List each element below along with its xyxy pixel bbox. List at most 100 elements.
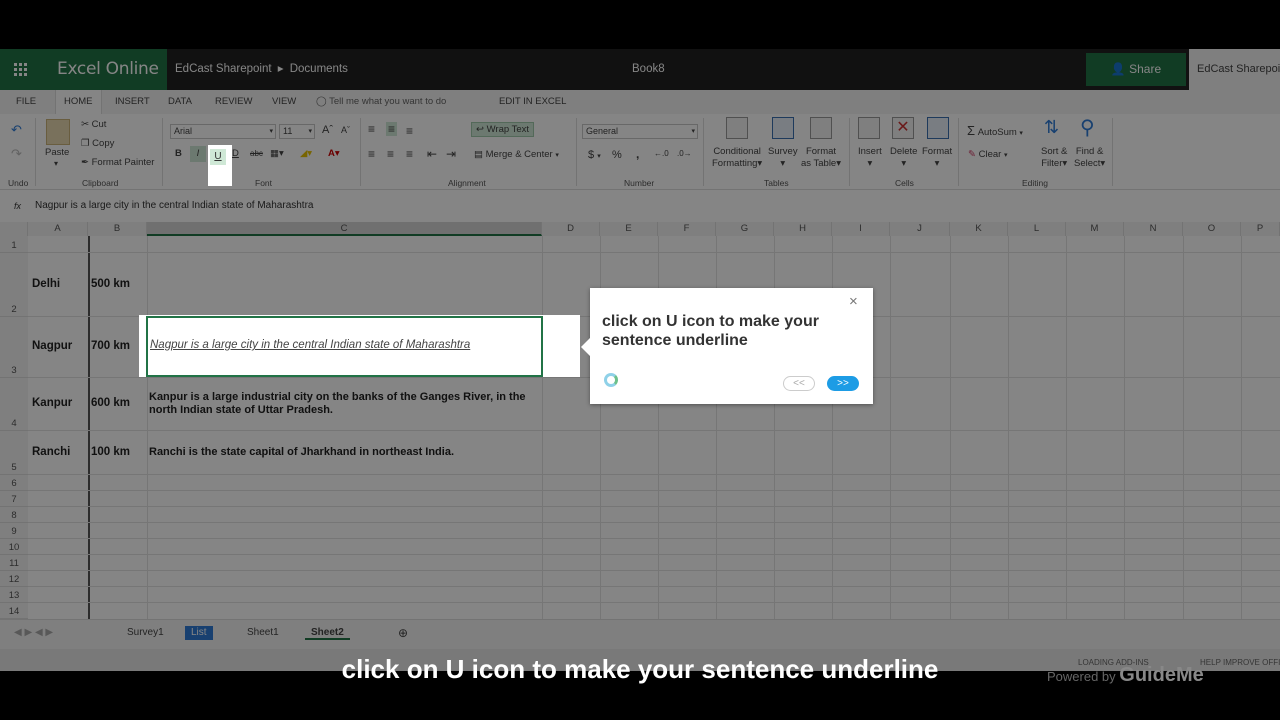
column-header-b[interactable]: B [88, 222, 147, 236]
survey-button[interactable]: Survey ▾ [768, 146, 798, 170]
conditional-formatting-button[interactable]: Conditional Formatting▾ [712, 146, 762, 170]
row-header[interactable]: 13 [0, 587, 28, 603]
cell-c5[interactable]: Ranchi is the state capital of Jharkhand… [149, 446, 541, 459]
column-header-j[interactable]: J [890, 222, 950, 236]
column-header-d[interactable]: D [542, 222, 600, 236]
row-header[interactable]: 6 [0, 475, 28, 491]
add-sheet-icon[interactable]: ⊕ [392, 626, 414, 640]
sheet-tab-list[interactable]: List [185, 626, 213, 640]
row-header[interactable]: 9 [0, 523, 28, 539]
cell-b3[interactable]: 700 km [91, 340, 130, 352]
increase-decimal-icon[interactable]: ←.0 [654, 149, 669, 158]
column-header-m[interactable]: M [1066, 222, 1124, 236]
format-cells-button[interactable]: Format ▾ [922, 146, 952, 170]
merge-center-button[interactable]: ▤ Merge & Center ▾ [474, 149, 559, 160]
grow-font-icon[interactable]: Aˆ [322, 124, 333, 136]
document-title[interactable]: Book8 [632, 49, 665, 90]
row-header[interactable]: 10 [0, 539, 28, 555]
next-step-button[interactable]: >> [827, 376, 859, 391]
borders-icon[interactable]: ▦▾ [270, 146, 284, 162]
decrease-indent-icon[interactable]: ⇤ [427, 147, 437, 161]
comma-button[interactable]: , [636, 147, 639, 161]
column-header-h[interactable]: H [774, 222, 832, 236]
align-middle-icon[interactable]: ≡ [386, 122, 398, 136]
cell-a5[interactable]: Ranchi [32, 446, 70, 458]
column-header-g[interactable]: G [716, 222, 774, 236]
row-header[interactable]: 12 [0, 571, 28, 587]
font-name-select[interactable]: Arial ▾ [170, 124, 276, 139]
previous-step-button[interactable]: << [783, 376, 815, 391]
number-format-select[interactable]: General ▾ [582, 124, 698, 139]
close-icon[interactable]: × [849, 293, 858, 310]
formula-input[interactable]: Nagpur is a large city in the central In… [35, 196, 313, 216]
column-header-p[interactable]: P [1241, 222, 1280, 236]
paste-button[interactable]: Paste [45, 147, 69, 158]
row-header[interactable]: 14 [0, 603, 28, 619]
sheet-tab-survey1[interactable]: Survey1 [121, 626, 170, 640]
delete-cells-button[interactable]: Delete ▾ [890, 146, 917, 170]
row-header[interactable]: 1 [0, 236, 28, 253]
tab-data[interactable]: DATA [168, 90, 192, 114]
row-header[interactable]: 11 [0, 555, 28, 571]
find-select-button[interactable]: Find & Select▾ [1074, 146, 1105, 170]
font-color-icon[interactable]: A▾ [328, 146, 340, 162]
cut-button[interactable]: ✂ Cut [81, 119, 106, 130]
row-header[interactable]: 2 [0, 253, 28, 317]
column-header-f[interactable]: F [658, 222, 716, 236]
row-header[interactable]: 7 [0, 491, 28, 507]
paste-dropdown-icon[interactable]: ▾ [54, 159, 58, 168]
increase-indent-icon[interactable]: ⇥ [446, 147, 456, 161]
user-account[interactable]: EdCast Sharepoint [1189, 49, 1280, 90]
cell-a3[interactable]: Nagpur [32, 340, 72, 352]
row-header[interactable]: 4 [0, 378, 28, 431]
insert-cells-button[interactable]: Insert ▾ [858, 146, 882, 170]
sheet-tab-sheet2[interactable]: Sheet2 [305, 626, 350, 640]
tab-insert[interactable]: INSERT [115, 90, 150, 114]
sort-filter-button[interactable]: Sort & Filter▾ [1041, 146, 1067, 170]
sheet-nav-icons[interactable]: ◀ ▶ ◀ ▶ [8, 626, 59, 640]
cell-b5[interactable]: 100 km [91, 446, 130, 458]
cell-c3[interactable]: Nagpur is a large city in the central In… [150, 339, 470, 351]
tell-me-box[interactable]: ◯ Tell me what you want to do [316, 90, 446, 114]
column-header-e[interactable]: E [600, 222, 658, 236]
column-header-k[interactable]: K [950, 222, 1008, 236]
cell-b4[interactable]: 600 km [91, 397, 130, 409]
currency-button[interactable]: $ ▾ [588, 149, 601, 161]
cell-a2[interactable]: Delhi [32, 278, 60, 290]
format-as-table-button[interactable]: Format as Table▾ [801, 146, 841, 170]
cell-b2[interactable]: 500 km [91, 278, 130, 290]
share-button[interactable]: 👤 Share [1086, 53, 1186, 86]
tab-view[interactable]: VIEW [272, 90, 296, 114]
edit-in-excel-button[interactable]: EDIT IN EXCEL [499, 90, 566, 114]
breadcrumb-folder[interactable]: Documents [290, 63, 348, 75]
wrap-text-button[interactable]: ↩ Wrap Text [471, 122, 535, 137]
redo-icon[interactable]: ↷ [11, 146, 22, 162]
double-underline-button[interactable]: D [232, 146, 239, 162]
row-header[interactable]: 8 [0, 507, 28, 523]
column-header-c[interactable]: C [147, 222, 542, 236]
tab-review[interactable]: REVIEW [215, 90, 252, 114]
bold-button[interactable]: B [175, 146, 187, 162]
column-header-n[interactable]: N [1124, 222, 1183, 236]
fill-color-icon[interactable]: ◢▾ [300, 146, 312, 162]
italic-button[interactable]: I [190, 146, 206, 162]
app-launcher-button[interactable] [0, 49, 40, 90]
row-header[interactable]: 3 [0, 317, 28, 378]
strikethrough-button[interactable]: abc [250, 146, 263, 162]
column-header-a[interactable]: A [28, 222, 88, 236]
align-top-icon[interactable]: ≡ [368, 122, 375, 136]
breadcrumb-site[interactable]: EdCast Sharepoint [175, 63, 272, 75]
cell-a4[interactable]: Kanpur [32, 397, 72, 409]
copy-button[interactable]: ❐ Copy [81, 138, 114, 149]
app-brand[interactable]: Excel Online [40, 49, 167, 90]
autosum-button[interactable]: Σ AutoSum ▾ [967, 123, 1023, 138]
undo-icon[interactable]: ↶ [11, 122, 22, 138]
tab-home[interactable]: HOME [55, 90, 102, 114]
align-bottom-icon[interactable]: ≡ [406, 124, 413, 138]
column-header-i[interactable]: I [832, 222, 890, 236]
align-right-icon[interactable]: ≡ [406, 147, 413, 161]
column-header-l[interactable]: L [1008, 222, 1066, 236]
select-all-corner[interactable] [0, 222, 28, 236]
cell-c4[interactable]: Kanpur is a large industrial city on the… [149, 391, 541, 417]
clear-button[interactable]: ✎ Clear ▾ [968, 149, 1007, 160]
